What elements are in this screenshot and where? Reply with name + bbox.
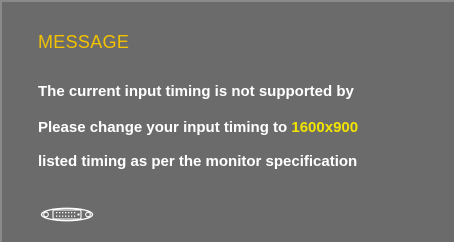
message-line-3: listed timing as per the monitor specifi… — [38, 153, 358, 170]
message-line-2: Please change your input timing to 1600x… — [38, 119, 358, 136]
recommended-resolution: 1600x900 — [291, 119, 359, 136]
osd-message-window: MESSAGE The current input timing is not … — [0, 0, 454, 242]
message-line-2-text: Please change your input timing to — [38, 119, 292, 136]
message-title: MESSAGE — [38, 32, 130, 52]
dvi-connector-icon — [40, 207, 94, 222]
message-line-1: The current input timing is not supporte… — [38, 83, 354, 100]
